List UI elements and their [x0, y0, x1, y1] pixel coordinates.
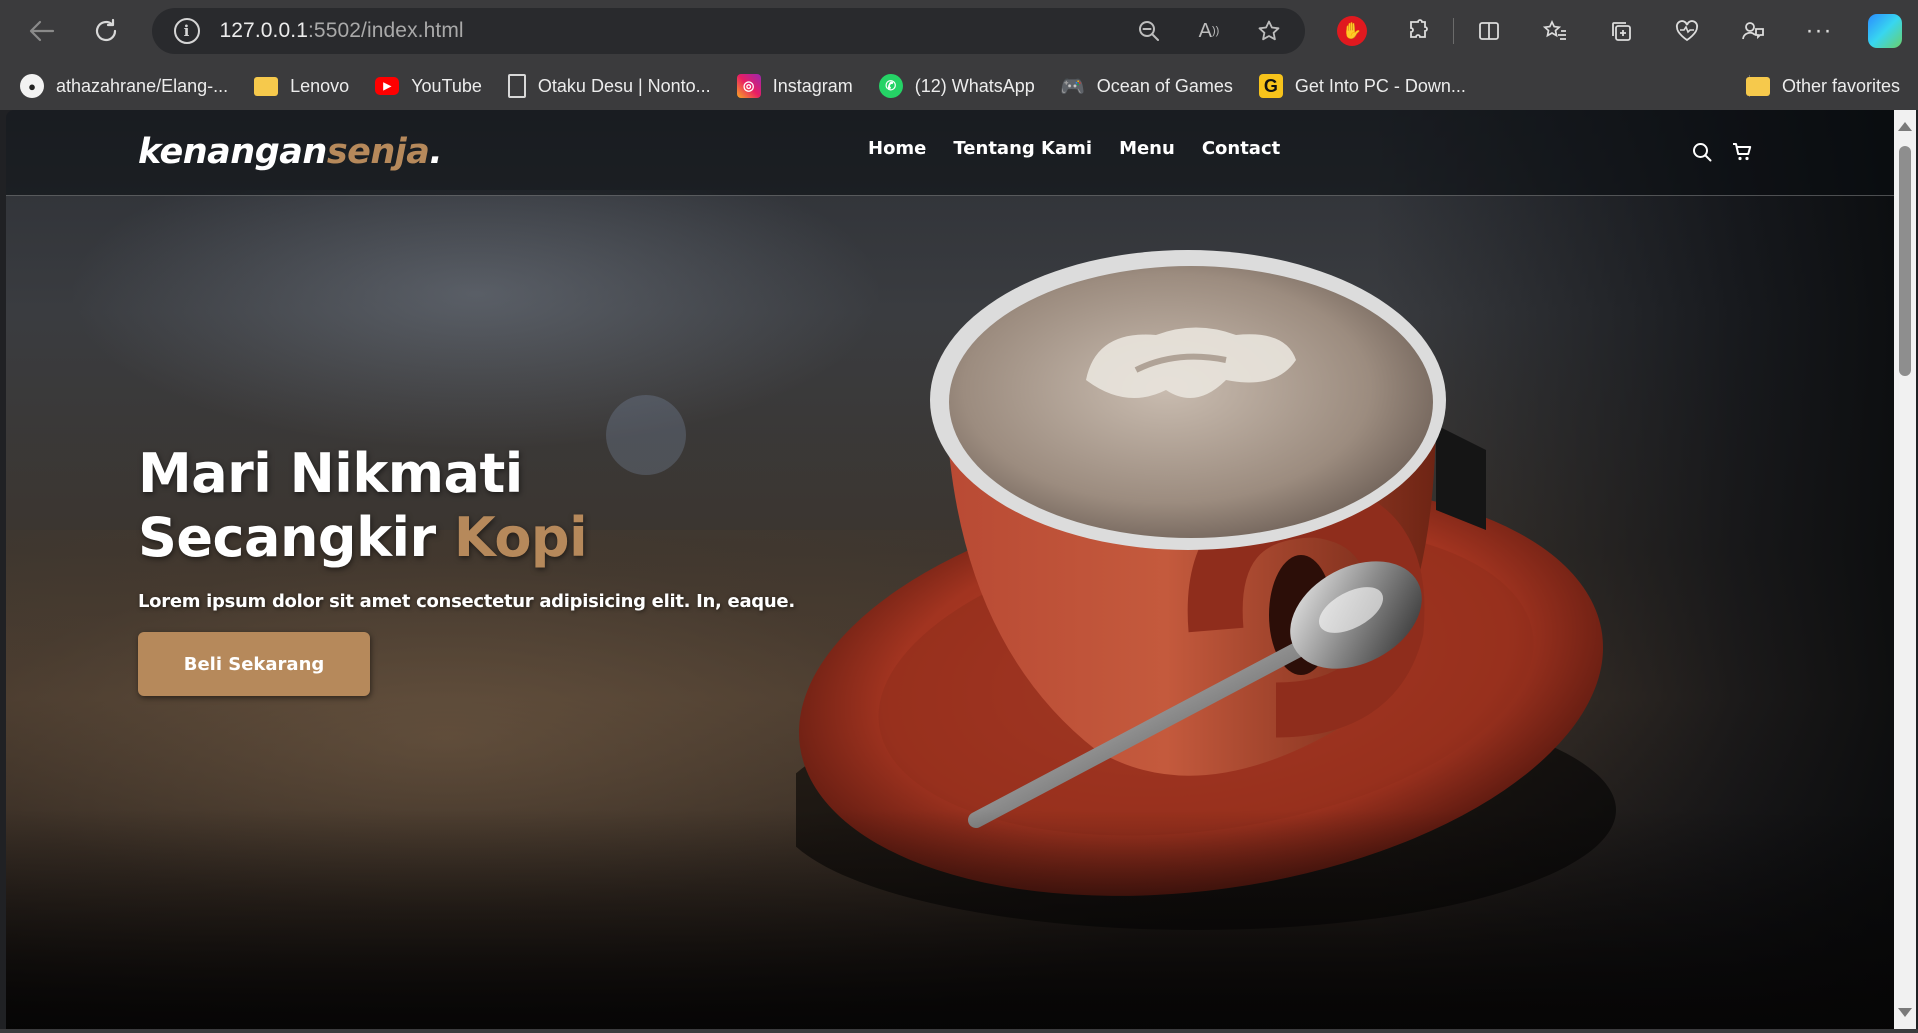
nav-links: Home Tentang Kami Menu Contact	[868, 138, 1307, 159]
bokeh-light	[606, 395, 686, 475]
toolbar-divider	[1453, 18, 1455, 44]
bookmark-label: Lenovo	[290, 75, 350, 96]
favorites-list-icon[interactable]	[1535, 11, 1575, 51]
background-window-glare	[66, 190, 886, 450]
bookmark-label: Otaku Desu | Nonto...	[537, 75, 711, 96]
hero-title-line1: Mari Nikmati	[138, 442, 523, 505]
url-path: :5502/index.html	[307, 19, 464, 42]
zoom-out-icon[interactable]	[1129, 11, 1169, 51]
collections-icon[interactable]	[1601, 11, 1641, 51]
scroll-up-icon[interactable]	[1898, 122, 1912, 131]
search-icon[interactable]	[1692, 142, 1712, 162]
bookmark-github[interactable]: ● athazahrane/Elang-...	[20, 74, 228, 98]
other-favorites[interactable]: Other favorites	[1745, 62, 1900, 110]
bookmark-label: Instagram	[772, 75, 853, 96]
browser-essentials-icon[interactable]	[1667, 11, 1707, 51]
favorite-star-icon[interactable]	[1249, 11, 1289, 51]
read-aloud-icon[interactable]: A))	[1189, 11, 1229, 51]
reload-button[interactable]	[84, 9, 128, 53]
hero-title-line2: Secangkir	[138, 506, 454, 569]
hero-title: Mari Nikmati Secangkir Kopi	[138, 442, 588, 570]
browser-toolbar: i 127.0.0.1:5502/index.html A)) ✋ ···	[0, 0, 1918, 62]
page-icon	[507, 74, 526, 98]
nav-tentang-kami[interactable]: Tentang Kami	[953, 138, 1092, 159]
hero-description: Lorem ipsum dolor sit amet consectetur a…	[138, 591, 795, 612]
adblock-extension-icon[interactable]: ✋	[1332, 11, 1372, 51]
address-bar[interactable]: i 127.0.0.1:5502/index.html A))	[151, 8, 1306, 54]
url-text[interactable]: 127.0.0.1:5502/index.html	[220, 19, 1110, 43]
bookmark-ocean-of-games[interactable]: 🎮 Ocean of Games	[1060, 74, 1233, 98]
shopping-cart-icon[interactable]	[1732, 142, 1752, 162]
url-host: 127.0.0.1	[219, 19, 308, 42]
back-button[interactable]	[20, 9, 64, 53]
bookmark-lenovo[interactable]: Lenovo	[254, 76, 349, 97]
page-scrollbar[interactable]	[1894, 110, 1916, 1029]
more-options-icon[interactable]: ···	[1799, 11, 1839, 51]
github-icon: ●	[20, 74, 44, 98]
window-bottom-border	[0, 1029, 1918, 1033]
bookmark-youtube[interactable]: ▶ YouTube	[375, 76, 482, 97]
site-logo[interactable]: kenangansenja.	[138, 132, 443, 172]
scroll-down-icon[interactable]	[1898, 1008, 1912, 1017]
reload-icon	[95, 18, 116, 42]
gamepad-icon: 🎮	[1060, 75, 1086, 98]
bookmark-label: Ocean of Games	[1096, 75, 1233, 96]
bottom-shadow	[6, 809, 1894, 1029]
nav-contact[interactable]: Contact	[1202, 138, 1280, 159]
bookmark-label: Get Into PC - Down...	[1294, 75, 1466, 96]
bookmark-label: YouTube	[411, 75, 482, 96]
bookmark-label: athazahrane/Elang-...	[56, 75, 229, 96]
logo-accent: senja	[326, 132, 430, 172]
folder-icon	[1745, 76, 1770, 96]
instagram-icon: ◎	[736, 74, 761, 98]
bookmark-getintopc[interactable]: G Get Into PC - Down...	[1258, 74, 1466, 98]
bookmark-whatsapp[interactable]: ✆ (12) WhatsApp	[878, 74, 1035, 98]
page-viewport: kenangansenja. Home Tentang Kami Menu Co…	[6, 110, 1894, 1029]
whatsapp-icon: ✆	[878, 74, 903, 98]
scrollbar-thumb[interactable]	[1899, 146, 1911, 376]
hero-title-accent: Kopi	[453, 506, 588, 569]
folder-icon	[254, 76, 279, 96]
buy-now-button[interactable]: Beli Sekarang	[138, 632, 370, 696]
other-favorites-label: Other favorites	[1781, 75, 1900, 96]
bookmark-label: (12) WhatsApp	[914, 75, 1035, 96]
getintopc-icon: G	[1258, 74, 1283, 98]
site-navbar: kenangansenja. Home Tentang Kami Menu Co…	[6, 110, 1894, 196]
bookmark-otakudesu[interactable]: Otaku Desu | Nonto...	[507, 74, 711, 98]
nav-icons	[1692, 142, 1772, 162]
arrow-left-icon	[29, 20, 54, 42]
nav-menu[interactable]: Menu	[1119, 138, 1175, 159]
logo-dot: .	[429, 132, 443, 172]
youtube-icon: ▶	[375, 77, 400, 95]
feedback-icon[interactable]	[1733, 11, 1773, 51]
extensions-puzzle-icon[interactable]	[1398, 11, 1438, 51]
site-info-icon[interactable]: i	[173, 18, 200, 44]
bookmarks-bar: ● athazahrane/Elang-... Lenovo ▶ YouTube O…	[0, 62, 1918, 110]
copilot-icon[interactable]	[1865, 11, 1905, 51]
bookmark-instagram[interactable]: ◎ Instagram	[736, 74, 853, 98]
logo-main: kenangan	[138, 132, 327, 172]
nav-home[interactable]: Home	[868, 138, 926, 159]
split-screen-icon[interactable]	[1469, 11, 1509, 51]
